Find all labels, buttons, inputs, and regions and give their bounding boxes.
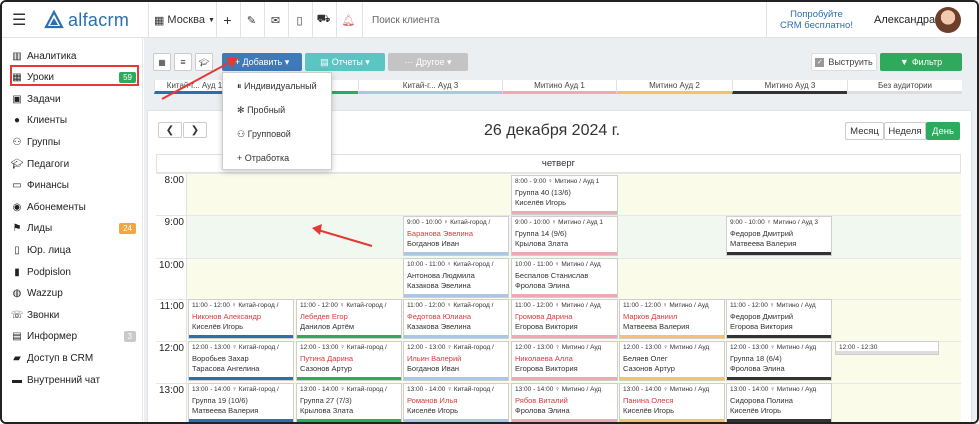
app-window: ☰ alfacrm ▦ Москва ▼ + ✎ ✉ ▯ ⛟ 🔔︎ Поиск …	[0, 0, 979, 424]
annotation-arrows	[161, 58, 373, 247]
